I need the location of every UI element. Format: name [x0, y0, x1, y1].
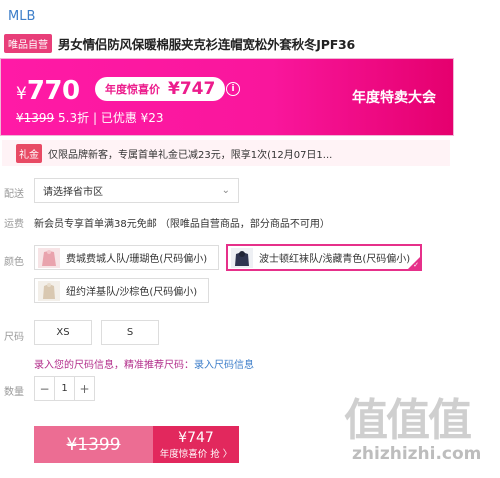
color-option-label: 费城费城人队/珊瑚色(尺码偏小): [66, 254, 208, 265]
saved-amount: 已优惠 ¥23: [100, 111, 164, 125]
quantity-label: 数量: [4, 387, 24, 398]
jacket-thumbnail-navy: [231, 247, 253, 268]
size-hint-link[interactable]: 录入尺码信息: [194, 360, 254, 371]
promo-price: ¥747: [168, 79, 216, 99]
quantity-plus-button[interactable]: +: [75, 377, 94, 400]
currency-symbol: ¥: [16, 84, 27, 104]
color-option-newyork[interactable]: 纽约洋基队/沙棕色(尺码偏小): [34, 278, 209, 303]
color-option-boston[interactable]: 波士顿红袜队/浅藏青色(尺码偏小) ✓: [226, 244, 422, 271]
promo-buy-button[interactable]: ¥747 年度惊喜价 抢 〉: [153, 426, 239, 463]
size-hint-text: 录入您的尺码信息，精准推荐尺码：: [34, 360, 194, 371]
info-icon[interactable]: i: [226, 82, 240, 96]
original-price: ¥1399: [16, 111, 55, 125]
quantity-minus-button[interactable]: −: [35, 377, 54, 400]
price-sub-line: ¥1399 5.3折 | 已优惠 ¥23: [16, 109, 164, 126]
region-select-value: 请选择省市区: [43, 187, 103, 198]
chevron-down-icon: ⌄: [221, 185, 230, 196]
product-title-row: 唯品自营 男女情侣防风保暖棉服夹克衫连帽宽松外套秋冬JPF36: [4, 34, 355, 53]
product-title: 男女情侣防风保暖棉服夹克衫连帽宽松外套秋冬JPF36: [58, 37, 356, 52]
coupon-row: 礼金 仅限品牌新客，专属首单礼金已减23元，限享1次(12月07日1...: [2, 140, 450, 166]
brand-name[interactable]: MLB: [8, 9, 35, 24]
original-price-button[interactable]: ¥1399: [34, 426, 153, 463]
size-hint: 录入您的尺码信息，精准推荐尺码：录入尺码信息: [34, 356, 254, 371]
shipping-label: 运费: [4, 219, 24, 230]
promo-label: 年度惊喜价: [105, 83, 160, 96]
self-operated-tag: 唯品自营: [4, 34, 52, 53]
color-option-label: 波士顿红袜队/浅藏青色(尺码偏小): [259, 254, 411, 265]
watermark: 值值值 zhizhizhi.com: [344, 395, 482, 465]
color-label: 颜色: [4, 257, 24, 268]
color-option-philadelphia[interactable]: 费城费城人队/珊瑚色(尺码偏小): [34, 245, 219, 270]
watermark-site: zhizhizhi.com: [352, 444, 482, 464]
coupon-text: 仅限品牌新客，专属首单礼金已减23元，限享1次(12月07日1...: [48, 149, 333, 161]
jacket-thumbnail-coral: [38, 247, 60, 268]
check-icon: ✓: [413, 261, 419, 269]
size-option-xs[interactable]: XS: [34, 320, 92, 345]
promo-price-pill: 年度惊喜价 ¥747: [95, 77, 226, 101]
current-price-value: 770: [26, 76, 80, 106]
watermark-glyphs: 值值值: [344, 395, 472, 446]
discount-rate: 5.3折: [58, 111, 90, 125]
size-option-s[interactable]: S: [101, 320, 159, 345]
jacket-thumbnail-sand: [38, 280, 60, 301]
region-select[interactable]: 请选择省市区 ⌄: [34, 178, 239, 203]
delivery-label: 配送: [4, 189, 24, 200]
color-option-label: 纽约洋基队/沙棕色(尺码偏小): [66, 287, 198, 298]
promo-buy-label: 年度惊喜价 抢 〉: [159, 448, 233, 460]
current-price: ¥770: [16, 76, 80, 106]
quantity-value[interactable]: 1: [54, 377, 75, 400]
event-name: 年度特卖大会: [352, 90, 436, 106]
quantity-stepper[interactable]: − 1 +: [34, 376, 95, 401]
promo-buy-price: ¥747: [178, 429, 214, 446]
shipping-text: 新会员专享首单满38元免邮 （限唯品自营商品，部分商品不可用）: [34, 219, 330, 230]
size-label: 尺码: [4, 332, 24, 343]
price-separator: |: [92, 111, 97, 125]
coupon-tag: 礼金: [16, 143, 42, 163]
